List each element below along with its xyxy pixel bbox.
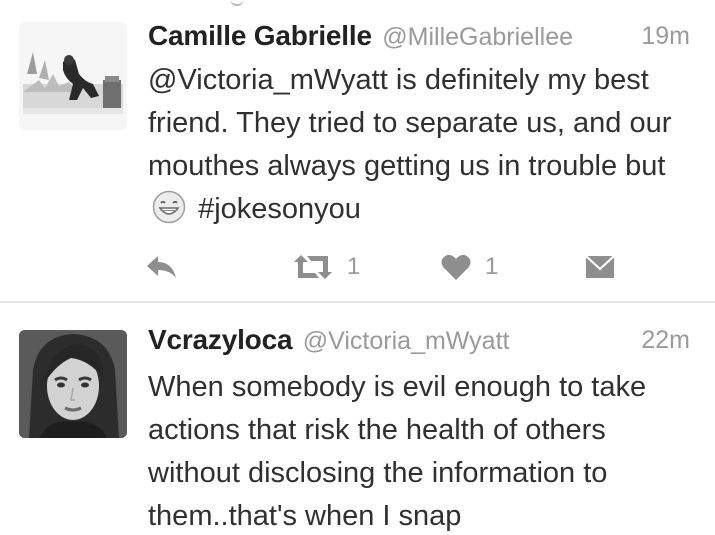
user-handle[interactable]: @Victoria_mWyatt: [303, 327, 510, 355]
tweet-text: @Victoria_mWyatt is definitely my best f…: [148, 59, 693, 231]
hashtag-link[interactable]: #jokesonyou: [198, 193, 361, 225]
twitter-timeline: Camille Gabrielle @MilleGabriellee 19m @…: [0, 0, 715, 535]
tweet-timestamp: 22m: [641, 326, 690, 354]
tweet-text-main: @Victoria_mWyatt is definitely my best f…: [148, 64, 672, 182]
grinning-face-emoji: [152, 190, 186, 224]
tweet-text: When somebody is evil enough to take act…: [148, 371, 647, 532]
display-name[interactable]: Camille Gabrielle: [148, 20, 372, 51]
tweet-actions: 1 1: [145, 250, 625, 284]
like-button[interactable]: 1: [441, 250, 498, 284]
tweet-timestamp: 19m: [641, 22, 690, 50]
like-count: 1: [485, 253, 499, 280]
reply-button[interactable]: [145, 250, 179, 284]
envelope-icon: [585, 255, 615, 278]
tweet-header: Vcrazyloca @Victoria_mWyatt 22m: [148, 324, 690, 360]
retweet-count: 1: [347, 253, 361, 280]
retweet-icon: [294, 255, 332, 279]
tweet-divider: [0, 301, 715, 303]
user-handle[interactable]: @MilleGabriellee: [382, 23, 573, 51]
avatar[interactable]: [19, 330, 127, 438]
direct-message-button[interactable]: [585, 250, 615, 284]
heart-icon: [441, 254, 471, 280]
retweet-button[interactable]: 1: [293, 250, 360, 284]
reply-icon: [147, 256, 176, 278]
tweet-card[interactable]: Camille Gabrielle @MilleGabriellee 19m @…: [0, 0, 715, 300]
avatar-photo: [19, 22, 127, 130]
avatar-photo: [19, 330, 127, 438]
display-name[interactable]: Vcrazyloca: [148, 324, 293, 355]
tweet-header: Camille Gabrielle @MilleGabriellee 19m: [148, 20, 690, 56]
avatar[interactable]: [19, 22, 127, 130]
tweet-card[interactable]: Vcrazyloca @Victoria_mWyatt 22m When som…: [0, 304, 715, 535]
